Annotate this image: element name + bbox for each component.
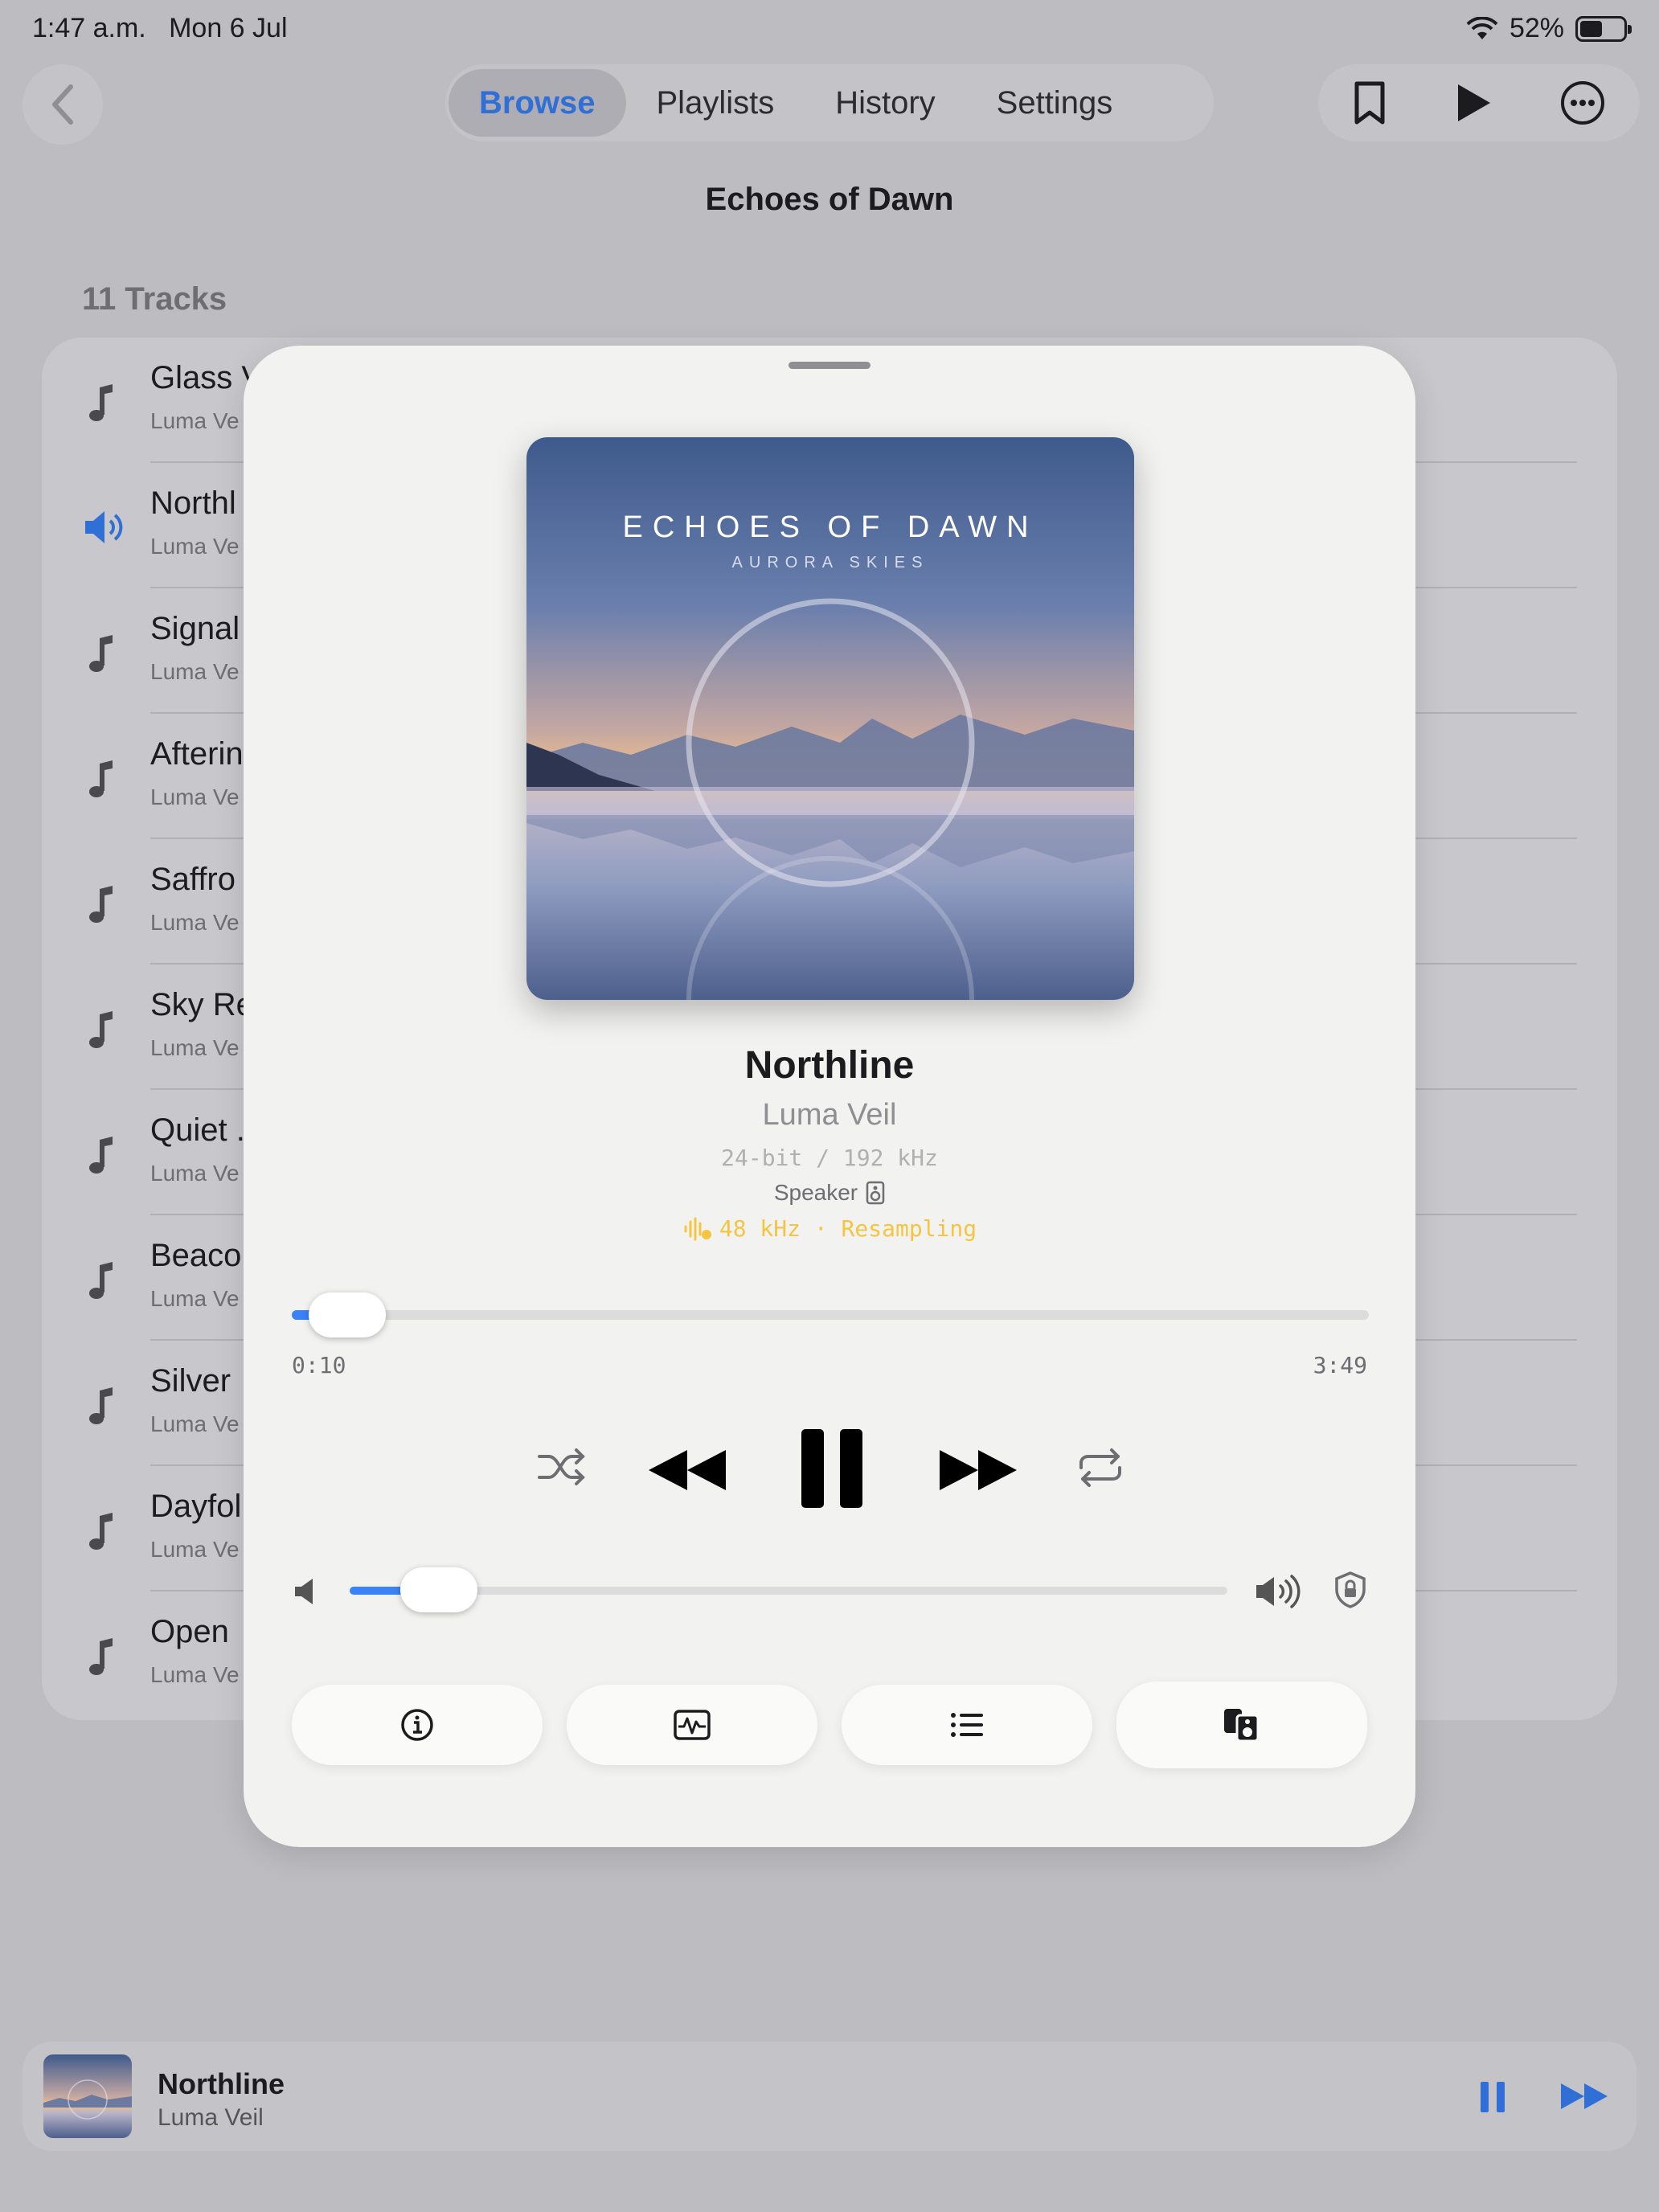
now-playing-title: Northline [744, 1044, 915, 1087]
fast-forward-icon[interactable] [936, 1447, 1020, 1493]
status-time: 1:47 a.m. [32, 13, 146, 43]
music-note-icon [89, 384, 113, 421]
music-note-icon [89, 1387, 113, 1424]
progress-track[interactable] [292, 1310, 1369, 1320]
resampling-label: 48 kHz · Resampling [719, 1215, 977, 1242]
music-note-icon [89, 1513, 113, 1550]
wifi-icon [1466, 16, 1498, 39]
tab-settings[interactable]: Settings [966, 69, 1144, 137]
elapsed-time: 0:10 [292, 1352, 346, 1378]
more-icon[interactable] [1559, 80, 1606, 126]
duration-time: 3:49 [1313, 1352, 1367, 1378]
track-title: Open [150, 1614, 229, 1649]
track-artist: Luma Ve [150, 659, 240, 684]
output-label: Speaker [773, 1180, 858, 1205]
volume-lock-icon[interactable] [1333, 1571, 1367, 1609]
track-title: Silver [150, 1363, 231, 1399]
volume-thumb[interactable] [400, 1567, 478, 1612]
repeat-icon[interactable] [1076, 1447, 1124, 1489]
resampling-status: 48 kHz · Resampling [244, 1215, 1415, 1242]
album-art: ECHOES OF DAWN AURORA SKIES [526, 437, 1134, 1000]
speaker-icon [866, 1181, 885, 1205]
now-playing-artist[interactable]: Luma Veil [244, 1098, 1415, 1133]
track-title: Signal [150, 611, 240, 646]
track-artist: Luma Ve [150, 534, 240, 559]
chevron-left-icon [52, 84, 73, 125]
track-artist: Luma Ve [150, 1286, 240, 1311]
waveform-button[interactable] [567, 1685, 817, 1765]
album-art-title: ECHOES OF DAWN [622, 510, 1038, 544]
track-title: Beaco [150, 1238, 242, 1273]
track-title: Saffro [150, 862, 236, 897]
battery-percent: 52% [1509, 13, 1564, 43]
music-note-icon [89, 1262, 113, 1299]
tab-bar: Browse Playlists History Settings [445, 64, 1214, 141]
sheet-grabber[interactable] [789, 362, 870, 369]
volume-low-icon [295, 1579, 313, 1604]
speakers-icon [1224, 1709, 1260, 1743]
volume-high-icon [1256, 1575, 1301, 1608]
shuffle-icon[interactable] [536, 1447, 588, 1487]
audio-format: 24-bit / 192 kHz [721, 1145, 938, 1171]
speaker-playing-icon [85, 511, 123, 543]
queue-button[interactable] [842, 1685, 1092, 1765]
battery-icon [1575, 15, 1632, 42]
mini-player-title: Northline [158, 2067, 285, 2100]
rewind-icon[interactable] [645, 1447, 729, 1493]
track-artist: Luma Ve [150, 1035, 240, 1060]
track-title: Sky Re [150, 987, 254, 1022]
track-title: Northl [150, 485, 236, 521]
music-note-icon [89, 886, 113, 923]
music-note-icon [89, 1137, 113, 1174]
pause-icon[interactable] [798, 1428, 866, 1509]
status-bar-right: 52% [1466, 13, 1632, 44]
track-artist: Luma Ve [150, 784, 240, 809]
album-art-subtitle: AURORA SKIES [732, 554, 929, 571]
volume-track[interactable] [350, 1587, 1227, 1595]
music-note-icon [89, 760, 113, 797]
tab-playlists[interactable]: Playlists [626, 69, 805, 137]
tab-history[interactable]: History [805, 69, 965, 137]
mini-album-art [43, 2054, 132, 2138]
music-note-icon [89, 635, 113, 672]
track-artist: Luma Ve [150, 1662, 240, 1687]
back-button[interactable] [23, 64, 103, 145]
music-note-icon [89, 1638, 113, 1675]
mini-player-artist: Luma Veil [158, 2104, 264, 2131]
output-devices-button[interactable] [1116, 1682, 1367, 1768]
mini-next-icon[interactable] [1559, 2082, 1609, 2111]
track-artist: Luma Ve [150, 910, 240, 935]
output-device[interactable]: Speaker [244, 1180, 1415, 1206]
track-artist: Luma Ve [150, 408, 240, 433]
status-date: Mon 6 Jul [169, 13, 288, 43]
progress-thumb[interactable] [308, 1292, 386, 1337]
status-bar-left: 1:47 a.m. Mon 6 Jul [32, 13, 288, 44]
track-title: Dayfol [150, 1489, 242, 1524]
track-artist: Luma Ve [150, 1537, 240, 1562]
track-title: Afterin [150, 736, 244, 772]
music-note-icon [89, 1011, 113, 1048]
tab-browse[interactable]: Browse [449, 69, 626, 137]
waveform-badge-icon [684, 1217, 711, 1240]
queue-icon [951, 1713, 983, 1737]
page-title: Echoes of Dawn [705, 182, 954, 217]
info-button[interactable] [292, 1685, 543, 1765]
track-artist: Luma Ve [150, 1161, 240, 1186]
album-art-image: ECHOES OF DAWN AURORA SKIES [526, 437, 1134, 1000]
bookmark-icon[interactable] [1352, 80, 1387, 125]
now-playing-sheet: ECHOES OF DAWN AURORA SKIES Northline Lu… [244, 346, 1415, 1847]
tracks-count: 11 Tracks [82, 281, 227, 317]
info-icon [401, 1709, 433, 1741]
track-artist: Luma Ve [150, 1411, 240, 1436]
track-title: Quiet . [150, 1112, 245, 1148]
mini-pause-icon[interactable] [1479, 2080, 1506, 2114]
toolbar-actions [1318, 64, 1640, 141]
mini-player[interactable]: Northline Luma Veil [23, 2042, 1636, 2151]
play-icon[interactable] [1455, 83, 1492, 123]
waveform-icon [674, 1710, 711, 1740]
